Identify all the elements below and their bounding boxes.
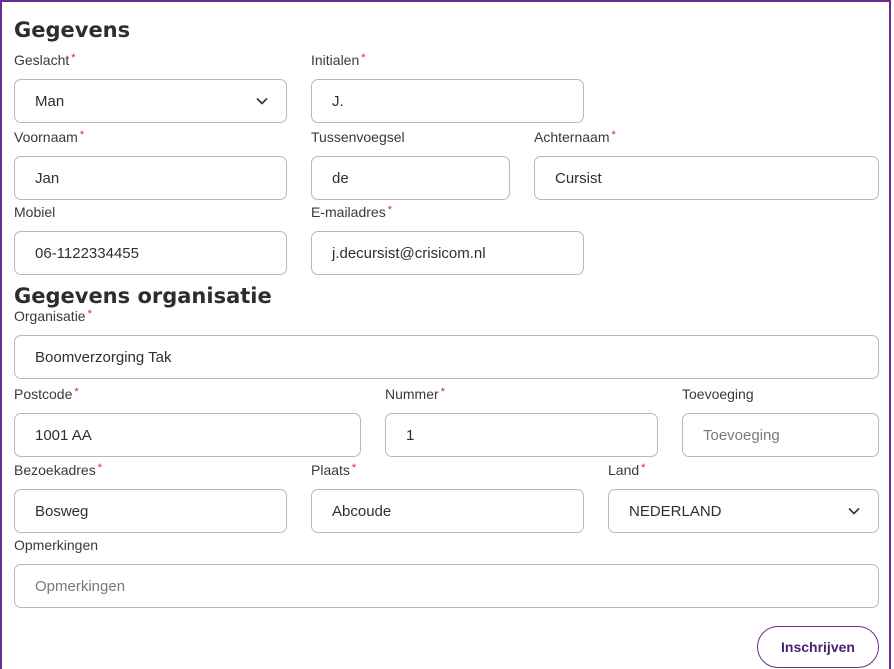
achternaam-input[interactable]: Cursist [534, 156, 879, 200]
geslacht-value: Man [35, 92, 65, 110]
mobiel-value: 06-1122334455 [35, 244, 139, 262]
required-marker: * [641, 462, 646, 474]
label-plaats: Plaats * [311, 462, 357, 478]
label-voornaam: Voornaam * [14, 129, 85, 145]
opmerkingen-input[interactable]: Opmerkingen [14, 564, 879, 608]
land-value: NEDERLAND [629, 502, 722, 520]
postcode-input[interactable]: 1001 AA [14, 413, 361, 457]
email-value: j.decursist@crisicom.nl [332, 244, 486, 262]
label-tussenvoegsel: Tussenvoegsel [311, 129, 405, 145]
required-marker: * [71, 52, 76, 64]
tussenvoegsel-input[interactable]: de [311, 156, 510, 200]
required-marker: * [387, 204, 392, 216]
postcode-value: 1001 AA [35, 426, 92, 444]
chevron-down-icon [848, 507, 860, 515]
geslacht-select[interactable]: Man [14, 79, 287, 123]
label-nummer: Nummer * [385, 386, 445, 402]
bezoekadres-value: Bosweg [35, 502, 89, 520]
opmerkingen-placeholder: Opmerkingen [35, 577, 126, 595]
section-title-personal: Gegevens [14, 18, 131, 42]
nummer-input[interactable]: 1 [385, 413, 658, 457]
label-toevoeging: Toevoeging [682, 386, 754, 402]
label-geslacht: Geslacht * [14, 52, 76, 68]
label-land: Land * [608, 462, 646, 478]
label-initialen: Initialen * [311, 52, 366, 68]
toevoeging-placeholder: Toevoeging [703, 426, 780, 444]
required-marker: * [79, 129, 85, 141]
required-marker: * [74, 386, 79, 398]
bezoekadres-input[interactable]: Bosweg [14, 489, 287, 533]
required-marker: * [351, 462, 357, 474]
required-marker: * [361, 52, 366, 64]
inschrijven-button[interactable]: Inschrijven [757, 626, 879, 668]
toevoeging-input[interactable]: Toevoeging [682, 413, 879, 457]
nummer-value: 1 [406, 426, 415, 444]
plaats-input[interactable]: Abcoude [311, 489, 584, 533]
label-organisatie: Organisatie * [14, 308, 92, 324]
tussenvoegsel-value: de [332, 169, 349, 187]
voornaam-value: Jan [35, 169, 60, 187]
organisatie-value: Boomverzorging Tak [35, 348, 172, 366]
label-email: E-mailadres * [311, 204, 392, 220]
email-input[interactable]: j.decursist@crisicom.nl [311, 231, 584, 275]
required-marker: * [87, 308, 92, 320]
organisatie-input[interactable]: Boomverzorging Tak [14, 335, 879, 379]
label-opmerkingen: Opmerkingen [14, 537, 99, 553]
chevron-down-icon [256, 97, 268, 105]
mobiel-input[interactable]: 06-1122334455 [14, 231, 287, 275]
plaats-value: Abcoude [332, 502, 392, 520]
initialen-input[interactable]: J. [311, 79, 584, 123]
label-bezoekadres: Bezoekadres * [14, 462, 102, 478]
section-title-organisation: Gegevens organisatie [14, 284, 272, 308]
voornaam-input[interactable]: Jan [14, 156, 287, 200]
label-achternaam: Achternaam * [534, 129, 616, 145]
required-marker: * [440, 386, 445, 398]
initialen-value: J. [332, 92, 344, 110]
label-postcode: Postcode * [14, 386, 79, 402]
land-select[interactable]: NEDERLAND [608, 489, 879, 533]
required-marker: * [611, 129, 616, 141]
required-marker: * [97, 462, 102, 474]
label-mobiel: Mobiel [14, 204, 56, 220]
achternaam-value: Cursist [555, 169, 602, 187]
